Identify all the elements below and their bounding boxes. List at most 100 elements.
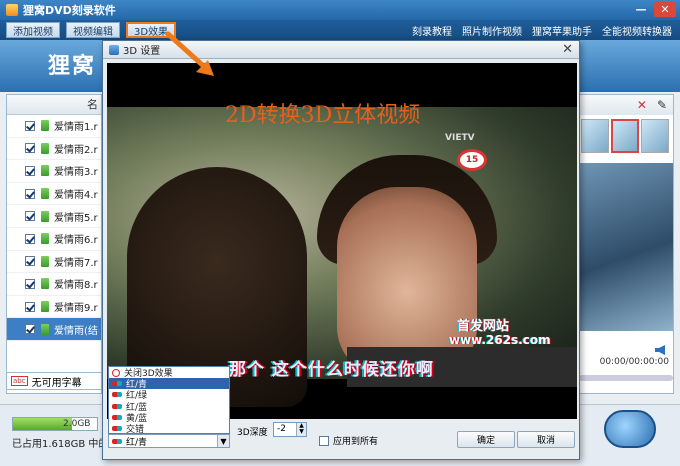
- cancel-button[interactable]: 取消: [517, 431, 575, 448]
- depth-spinner[interactable]: -2 ▲ ▼: [273, 422, 307, 437]
- seek-bar[interactable]: [579, 375, 673, 381]
- edit-icon[interactable]: ✎: [657, 98, 667, 112]
- dialog-title: 3D 设置: [123, 46, 161, 57]
- glasses-icon: [112, 414, 122, 420]
- video-list: 名 爱情雨1.r 爱情雨2.r 爱情雨3.r 爱情雨4.r 爱情雨5.r 爱情雨6.r 爱情…: [6, 94, 102, 394]
- time-display: 00:00/00:00:00: [599, 357, 669, 367]
- video-file-icon: [41, 301, 49, 313]
- list-item[interactable]: 爱情雨3.r: [7, 160, 101, 183]
- watermark-url: www.262s.com: [449, 333, 551, 347]
- item-checkbox[interactable]: [25, 188, 35, 199]
- selected-mode: 红/青: [126, 437, 148, 448]
- volume-icon[interactable]: [655, 345, 665, 355]
- close-icon[interactable]: ✕: [654, 2, 676, 17]
- video-file-icon: [41, 255, 49, 267]
- list-item[interactable]: 爱情雨4.r: [7, 183, 101, 206]
- video-file-icon: [41, 210, 49, 222]
- item-label: 爱情雨7.r: [54, 257, 98, 269]
- apply-all-label: 应用到所有: [333, 437, 379, 447]
- disk-capacity: 2.0GB: [63, 419, 91, 429]
- depth-label: 3D深度: [237, 428, 268, 438]
- item-checkbox[interactable]: [25, 120, 35, 131]
- add-video-button[interactable]: 添加视频: [6, 22, 60, 38]
- list-item[interactable]: 爱情雨7.r: [7, 251, 101, 274]
- red-cyan-glasses-icon: [112, 438, 122, 444]
- app-logo-icon: [6, 4, 18, 16]
- thumbnail-selected[interactable]: [611, 119, 639, 153]
- list-item[interactable]: 爱情雨9.r: [7, 296, 101, 319]
- burn-button[interactable]: [604, 410, 656, 448]
- glasses-icon: [112, 403, 122, 409]
- rating-badge: 15: [457, 149, 487, 171]
- disk-used-text: 已占用1.618GB 中的: [12, 439, 109, 450]
- item-checkbox[interactable]: [25, 165, 35, 176]
- thumbnail-strip: [579, 115, 673, 157]
- disable-icon: [112, 368, 120, 377]
- edit-video-button[interactable]: 视频编辑: [66, 22, 120, 38]
- channel-logo: VIETV: [445, 133, 475, 143]
- menu-preview-image: [579, 163, 673, 331]
- glasses-icon: [112, 381, 122, 387]
- burn-tutorial-link[interactable]: 刻录教程: [412, 23, 452, 38]
- video-file-icon: [41, 323, 49, 335]
- pointer-arrow-icon: [165, 31, 214, 76]
- video-subtitle: 那个 这个什么时候还你啊: [229, 360, 434, 380]
- item-checkbox[interactable]: [25, 143, 35, 154]
- item-checkbox[interactable]: [25, 233, 35, 244]
- title-bar: 狸窝DVD刻录软件 — ✕: [0, 0, 680, 20]
- app-title: 狸窝DVD刻录软件: [23, 4, 116, 17]
- apply-all-checkbox[interactable]: [319, 435, 329, 446]
- item-label: 爱情雨4.r: [54, 190, 98, 202]
- item-checkbox[interactable]: [25, 211, 35, 222]
- menu-bar: 添加视频 视频编辑 3D效果 刻录教程 照片制作视频 狸窝苹果助手 全能视频转换…: [0, 20, 680, 40]
- preview-panel: ✕ ✎ 00:00/00:00:00: [578, 94, 674, 394]
- item-label: 爱情雨1.r: [54, 122, 98, 134]
- disk-usage-bar[interactable]: 2.0GB: [12, 417, 98, 431]
- subtitle-label: 无可用字幕: [31, 377, 82, 389]
- thumbnail[interactable]: [641, 119, 669, 153]
- video-file-icon: [41, 142, 49, 154]
- item-checkbox[interactable]: [25, 324, 35, 335]
- item-label: 爱情雨2.r: [54, 144, 98, 156]
- item-label: 爱情雨(结: [54, 325, 98, 337]
- list-item[interactable]: 爱情雨6.r: [7, 228, 101, 251]
- list-item[interactable]: 爱情雨2.r: [7, 138, 101, 161]
- list-item[interactable]: 爱情雨8.r: [7, 273, 101, 296]
- list-item[interactable]: 爱情雨1.r: [7, 115, 101, 138]
- item-label: 爱情雨5.r: [54, 212, 98, 224]
- item-label: 爱情雨3.r: [54, 167, 98, 179]
- list-header: 名: [7, 95, 101, 115]
- glasses-icon: [112, 426, 122, 432]
- item-label: 爱情雨8.r: [54, 280, 98, 292]
- apple-helper-link[interactable]: 狸窝苹果助手: [532, 23, 592, 38]
- video-file-icon: [41, 278, 49, 290]
- item-checkbox[interactable]: [25, 256, 35, 267]
- subtitle-selector[interactable]: abc 无可用字幕: [6, 372, 102, 390]
- list-item[interactable]: 爱情雨(结: [7, 318, 101, 341]
- item-label: 爱情雨6.r: [54, 235, 98, 247]
- delete-icon[interactable]: ✕: [637, 98, 647, 112]
- item-checkbox[interactable]: [25, 301, 35, 312]
- 3d-icon: [109, 44, 119, 55]
- 3d-mode-select[interactable]: 红/青 ▼: [108, 434, 230, 448]
- abc-icon: abc: [11, 376, 28, 386]
- depth-value: -2: [277, 424, 286, 434]
- glasses-icon: [112, 392, 122, 398]
- chevron-down-icon[interactable]: ▼: [217, 435, 229, 447]
- watermark-title: 首发网站: [457, 319, 510, 334]
- feature-callout: 2D转换3D立体视频: [225, 103, 421, 128]
- item-checkbox[interactable]: [25, 278, 35, 289]
- ok-button[interactable]: 确定: [457, 431, 515, 448]
- video-converter-link[interactable]: 全能视频转换器: [602, 23, 672, 38]
- spinner-arrows-icon[interactable]: ▲ ▼: [296, 423, 306, 436]
- video-file-icon: [41, 233, 49, 245]
- video-file-icon: [41, 165, 49, 177]
- list-item[interactable]: 爱情雨5.r: [7, 205, 101, 228]
- item-label: 爱情雨9.r: [54, 303, 98, 315]
- video-file-icon: [41, 188, 49, 200]
- photo-video-link[interactable]: 照片制作视频: [462, 23, 522, 38]
- thumbnail[interactable]: [581, 119, 609, 153]
- apply-all-option[interactable]: 应用到所有: [319, 434, 378, 447]
- dialog-close-icon[interactable]: ✕: [562, 42, 573, 57]
- minimize-icon[interactable]: —: [630, 2, 652, 17]
